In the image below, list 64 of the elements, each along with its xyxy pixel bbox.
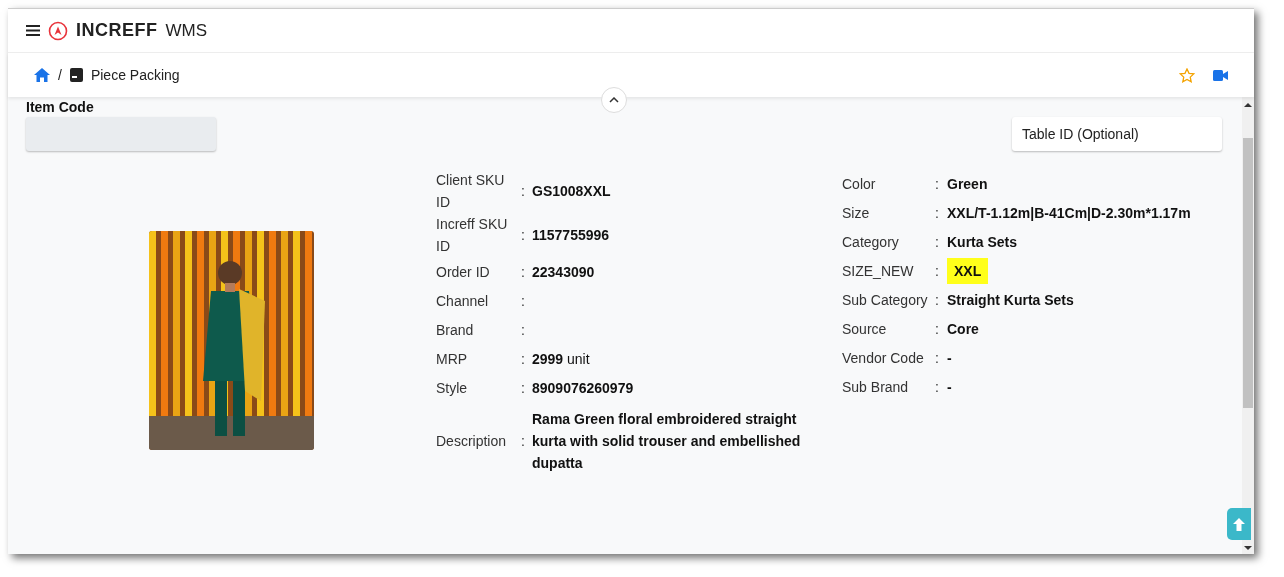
colon: : (935, 319, 940, 339)
detail-label: Sub Category (842, 290, 929, 310)
colon: : (521, 432, 526, 451)
scrollbar[interactable] (1242, 97, 1254, 554)
colon: : (521, 226, 526, 245)
detail-label: Client SKU ID (436, 171, 506, 212)
chevron-up-icon (609, 97, 619, 103)
detail-value: - (947, 377, 952, 397)
product-name: WMS (165, 20, 208, 41)
colon: : (935, 174, 940, 194)
colon: : (935, 348, 940, 368)
detail-label: MRP (436, 349, 469, 369)
scroll-down-icon[interactable] (1244, 545, 1252, 551)
detail-value: XXL/T-1.12m|B-41Cm|D-2.30m*1.17m (947, 203, 1191, 223)
detail-label: Size (842, 203, 871, 223)
colon: : (935, 377, 940, 397)
detail-value: Straight Kurta Sets (947, 290, 1074, 310)
colon: : (935, 232, 940, 252)
colon: : (521, 320, 526, 340)
star-icon[interactable] (1179, 67, 1195, 83)
home-icon[interactable] (34, 68, 50, 82)
detail-label: Color (842, 174, 877, 194)
detail-value: Core (947, 319, 979, 339)
detail-label: Sub Brand (842, 377, 910, 397)
detail-label: Style (436, 378, 469, 398)
item-code-label: Item Code (26, 99, 95, 115)
colon: : (521, 349, 526, 369)
detail-value: 22343090 (532, 262, 595, 282)
detail-label: Brand (436, 320, 475, 340)
video-camera-icon[interactable] (1213, 69, 1228, 81)
page-title: Piece Packing (90, 67, 180, 83)
colon: : (521, 262, 526, 282)
breadcrumb-separator: / (58, 67, 62, 83)
colon: : (935, 261, 940, 281)
detail-label: SIZE_NEW (842, 261, 915, 281)
box-icon (69, 68, 83, 82)
detail-value: Kurta Sets (947, 232, 1018, 252)
colon: : (935, 290, 940, 310)
colon: : (521, 182, 526, 201)
detail-value: Rama Green floral embroidered straight kurta with solid trouser and embellished dupatta (532, 410, 802, 473)
logo-icon (48, 20, 68, 41)
detail-value: Green (947, 174, 988, 194)
detail-label: Channel (436, 291, 490, 311)
menu-icon[interactable] (26, 25, 40, 36)
table-id-field[interactable]: Table ID (Optional) (1012, 117, 1222, 151)
brand-name: INCREFF (76, 20, 158, 41)
detail-value: 1157755996 (532, 226, 610, 245)
scroll-up-icon[interactable] (1244, 102, 1252, 108)
colon: : (521, 291, 526, 311)
colon: : (521, 378, 526, 398)
detail-label: Category (842, 232, 900, 252)
detail-value: 8909076260979 (532, 378, 634, 398)
detail-label: Description (436, 432, 508, 451)
detail-value: 2999 unit (532, 349, 590, 369)
arrow-up-icon (1233, 517, 1245, 531)
highlighted-value: XXL (947, 257, 989, 284)
colon: : (935, 203, 940, 223)
detail-label: Order ID (436, 262, 491, 282)
detail-label: Source (842, 319, 888, 339)
detail-value: - (947, 348, 952, 368)
scroll-to-top-button[interactable] (1227, 508, 1251, 540)
detail-label: Vendor Code (842, 348, 925, 368)
detail-label: Increff SKU ID (436, 215, 509, 256)
detail-value: GS1008XXL (532, 182, 611, 201)
